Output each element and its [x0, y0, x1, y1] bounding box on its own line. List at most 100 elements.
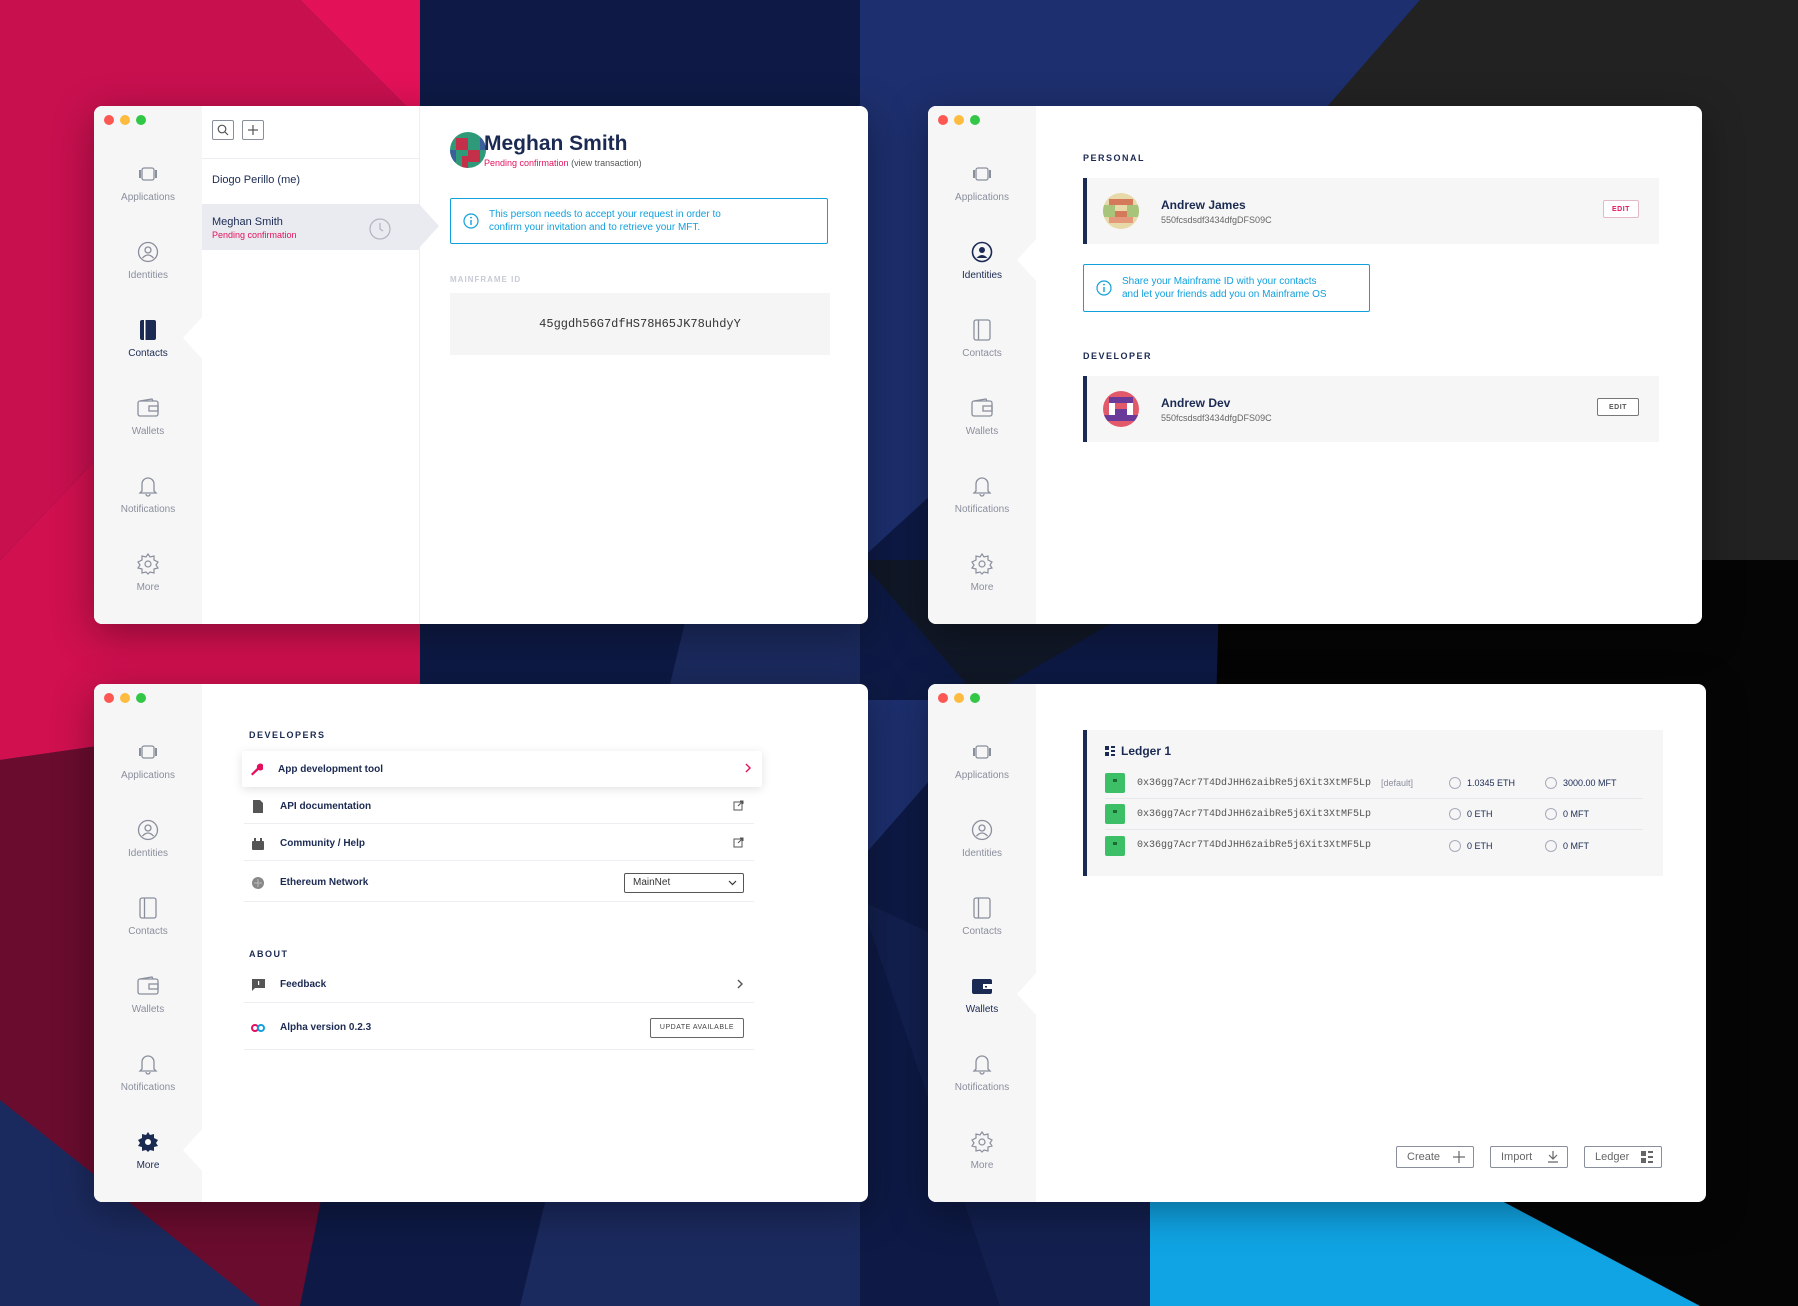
edit-button[interactable]: EDIT: [1597, 398, 1639, 416]
account-avatar: [1105, 835, 1125, 856]
nav-more[interactable]: More: [94, 552, 202, 616]
edit-button[interactable]: EDIT: [1603, 200, 1639, 218]
account-row[interactable]: 0x36gg7Acr7T4DdJHH6zaibRe5j6Xit3XtMF5Lp …: [1105, 830, 1643, 861]
account-address: 0x36gg7Acr7T4DdJHH6zaibRe5j6Xit3XtMF5Lp: [1137, 840, 1372, 851]
nav-label: Applications: [955, 770, 1009, 781]
close-button[interactable]: [104, 115, 114, 125]
eth-icon: [1449, 839, 1461, 852]
account-address: 0x36gg7Acr7T4DdJHH6zaibRe5j6Xit3XtMF5Lp: [1137, 808, 1372, 820]
mft-balance: 3000.00 MFT: [1563, 778, 1617, 788]
contacts-icon: [970, 896, 994, 920]
personal-section-title: PERSONAL: [1083, 153, 1146, 163]
nav-label: Identities: [961, 848, 1003, 859]
contact-item-selected[interactable]: Meghan Smith Pending confirmation: [202, 204, 419, 250]
alpha-version-row: Alpha version 0.2.3 UPDATE AVAILABLE: [244, 1006, 754, 1050]
wallet-icon: [970, 396, 994, 420]
search-icon: [217, 124, 229, 136]
app-development-tool-row[interactable]: App development tool: [242, 751, 762, 787]
info-text-line1: This person needs to accept your request…: [489, 209, 721, 220]
identity-card-developer[interactable]: Andrew Dev 550fcsdsdf3434dfgDFS09C EDIT: [1083, 376, 1659, 442]
info-icon: [463, 213, 479, 229]
account-row[interactable]: 0x36gg7Acr7T4DdJHH6zaibRe5j6Xit3XtMF5Lp …: [1105, 799, 1643, 830]
minimize-button[interactable]: [120, 115, 130, 125]
account-row[interactable]: 0x36gg7Acr7T4DdJHH6zaibRe5j6Xit3XtMF5Lp …: [1105, 768, 1643, 799]
ledger-wallet-button[interactable]: Ledger: [1584, 1146, 1662, 1168]
community-help-row[interactable]: Community / Help: [244, 827, 754, 861]
nav-notifications[interactable]: Notifications: [94, 1052, 202, 1116]
nav-applications[interactable]: Applications: [928, 740, 1036, 804]
wallets-window: Applications Identities Contacts Wallets…: [928, 684, 1706, 1202]
nav-notifications[interactable]: Notifications: [928, 1052, 1036, 1116]
avatar: [450, 132, 486, 168]
eth-balance: 1.0345 ETH: [1467, 778, 1516, 788]
api-documentation-row[interactable]: API documentation: [244, 790, 754, 824]
nav-contacts[interactable]: Contacts: [928, 896, 1036, 960]
ledger-icon: [1641, 1151, 1653, 1163]
nav-applications[interactable]: Applications: [928, 162, 1036, 226]
nav-label: Identities: [127, 848, 169, 859]
nav-label: Contacts: [128, 926, 168, 937]
contact-subtitle: Pending confirmation (view transaction): [484, 158, 642, 168]
update-available-button[interactable]: UPDATE AVAILABLE: [650, 1017, 744, 1038]
zoom-button[interactable]: [136, 693, 146, 703]
nav-identities[interactable]: Identities: [928, 818, 1036, 882]
nav-notifications[interactable]: Notifications: [928, 474, 1036, 538]
nav-label: Applications: [955, 192, 1009, 203]
create-wallet-button[interactable]: Create: [1396, 1146, 1474, 1168]
row-label: API documentation: [280, 801, 372, 812]
pending-status: Pending confirmation: [484, 158, 569, 168]
nav-wallets[interactable]: Wallets: [94, 396, 202, 460]
nav-wallets[interactable]: Wallets: [94, 974, 202, 1038]
contact-item[interactable]: Diogo Perillo (me): [202, 174, 419, 200]
minimize-button[interactable]: [120, 693, 130, 703]
view-transaction-link[interactable]: (view transaction): [571, 158, 642, 168]
minimize-button[interactable]: [954, 115, 964, 125]
zoom-button[interactable]: [970, 115, 980, 125]
mft-balance: 0 MFT: [1563, 840, 1589, 851]
close-button[interactable]: [938, 115, 948, 125]
identity-key: 550fcsdsdf3434dfgDFS09C: [1161, 412, 1272, 423]
mainframe-id-label: MAINFRAME ID: [450, 275, 522, 284]
chevron-right-icon: [744, 760, 752, 778]
button-label: Ledger: [1595, 1151, 1630, 1163]
identity-icon: [136, 818, 160, 842]
nav-label: More: [970, 1160, 994, 1171]
nav-label: Contacts: [962, 348, 1002, 359]
feedback-row[interactable]: Feedback: [244, 967, 754, 1003]
zoom-button[interactable]: [970, 693, 980, 703]
search-button[interactable]: [212, 120, 234, 140]
plus-icon: [1453, 1151, 1465, 1163]
info-box: This person needs to accept your request…: [450, 198, 828, 244]
applications-icon: [970, 740, 994, 764]
mft-icon: [1545, 808, 1557, 820]
active-indicator: [1017, 972, 1037, 1016]
nav-more[interactable]: More: [928, 1130, 1036, 1194]
window-controls: [938, 693, 980, 703]
ethereum-network-row: Ethereum Network MainNet: [244, 864, 754, 902]
share-text-line1: Share your Mainframe ID with your contac…: [1122, 276, 1317, 287]
nav-applications[interactable]: Applications: [94, 162, 202, 226]
account-avatar: [1105, 773, 1125, 793]
nav-identities[interactable]: Identities: [94, 240, 202, 304]
row-label: Ethereum Network: [280, 877, 369, 888]
add-contact-button[interactable]: [242, 120, 264, 140]
wrench-icon: [248, 762, 264, 776]
nav-wallets[interactable]: Wallets: [928, 396, 1036, 460]
close-button[interactable]: [104, 693, 114, 703]
import-wallet-button[interactable]: Import: [1490, 1146, 1568, 1168]
identity-card-personal[interactable]: Andrew James 550fcsdsdf3434dfgDFS09C EDI…: [1083, 178, 1659, 244]
nav-applications[interactable]: Applications: [94, 740, 202, 804]
nav-contacts[interactable]: Contacts: [928, 318, 1036, 382]
identity-icon: [970, 240, 994, 264]
row-label: Community / Help: [280, 838, 366, 849]
network-select[interactable]: MainNet: [624, 872, 744, 893]
nav-identities[interactable]: Identities: [94, 818, 202, 882]
nav-contacts[interactable]: Contacts: [94, 896, 202, 960]
close-button[interactable]: [938, 693, 948, 703]
zoom-button[interactable]: [136, 115, 146, 125]
nav-more[interactable]: More: [928, 552, 1036, 616]
nav-notifications[interactable]: Notifications: [94, 474, 202, 538]
button-label: Import: [1501, 1151, 1533, 1163]
minimize-button[interactable]: [954, 693, 964, 703]
nav-label: Notifications: [954, 1082, 1010, 1093]
